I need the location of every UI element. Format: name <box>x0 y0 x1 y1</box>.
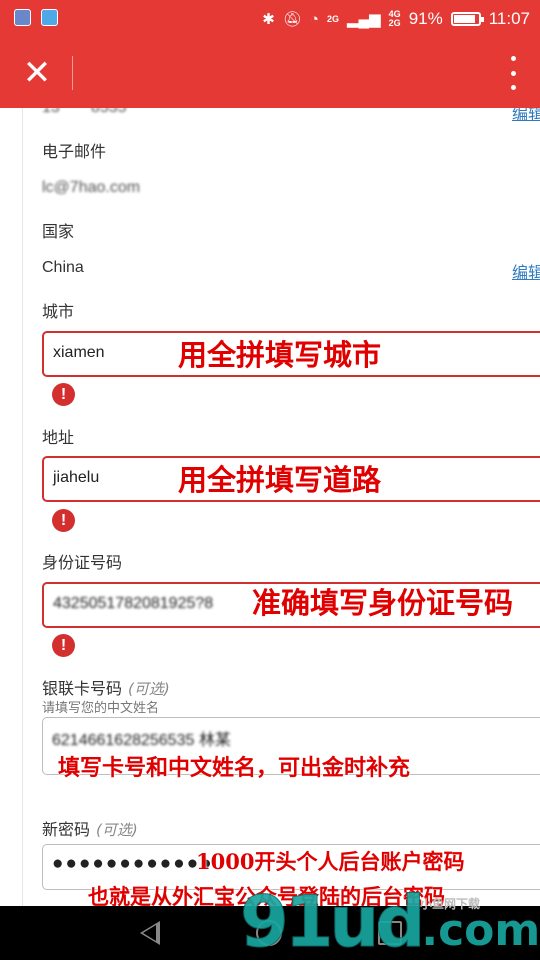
address-annotation: 用全拼填写道路 <box>178 463 382 497</box>
edit-country-link[interactable]: 编辑 <box>512 259 540 283</box>
id-number-annotation: 准确填写身份证号码 <box>252 586 514 620</box>
network-type-label: 4G 2G <box>388 9 401 28</box>
watermark-number: 91ud <box>239 881 425 963</box>
address-label: 地址 <box>42 428 75 447</box>
battery-icon <box>450 12 484 26</box>
back-icon[interactable] <box>140 921 160 945</box>
status-bar: ✱ 🔕︎ ◔ 2G ▂▄▆ 4G 2G 91% 11:07 <box>0 0 540 38</box>
wifi-icon: ◔ <box>309 10 319 28</box>
mute-icon: 🔕︎ <box>282 11 302 28</box>
signal-type-label: 2G <box>326 13 339 24</box>
gallery-notification-icon <box>14 9 31 26</box>
site-watermark: 91ud .com 小鱼网下载 <box>239 881 540 963</box>
more-options-icon[interactable] <box>506 56 520 90</box>
watermark-suffix: .com <box>421 905 540 956</box>
unionpay-label: 银联卡号码 (可选) <box>42 679 170 698</box>
city-label: 城市 <box>42 302 75 321</box>
unionpay-optional-tag: (可选) <box>128 680 170 698</box>
id-number-label: 身份证号码 <box>42 553 123 572</box>
bluetooth-icon: ✱ <box>262 11 275 28</box>
battery-fill <box>453 15 476 23</box>
left-divider <box>22 108 23 906</box>
password-input-value: ●●●●●●●●●●●● <box>52 853 214 874</box>
city-annotation: 用全拼填写城市 <box>178 338 382 372</box>
country-label: 国家 <box>42 222 75 241</box>
address-input-value: jiahelu <box>53 469 100 486</box>
password-optional-tag: (可选) <box>96 821 138 839</box>
phone-value: 13*****8535 <box>42 108 127 117</box>
country-value: China <box>42 259 84 276</box>
profile-form: 13*****8535 编辑 电子邮件 lc@7hao.com 国家 China… <box>0 108 540 906</box>
appbar-divider <box>72 56 73 90</box>
id-number-error-icon: ! <box>52 634 75 657</box>
city-input-value: xiamen <box>53 344 105 361</box>
message-notification-icon <box>41 9 58 26</box>
edit-phone-link[interactable]: 编辑 <box>512 108 540 124</box>
close-icon[interactable]: ✕ <box>18 53 56 93</box>
password-annotation-line1: 1000开头个人后台账户密码 <box>196 849 465 874</box>
signal-icon: ▂▄▆ <box>346 11 381 28</box>
app-bar: ✕ <box>0 38 540 108</box>
email-label: 电子邮件 <box>42 142 107 161</box>
unionpay-hint: 请填写您的中文姓名 <box>42 701 160 716</box>
clock: 11:07 <box>488 9 530 28</box>
battery-percent: 91% <box>408 9 443 28</box>
id-number-input-value: 4325051782081925?8 <box>53 595 214 612</box>
email-value: lc@7hao.com <box>42 179 141 196</box>
watermark-tag: 小鱼网下载 <box>420 897 481 911</box>
unionpay-annotation: 填写卡号和中文姓名，可出金时补充 <box>58 755 411 781</box>
password-label: 新密码 (可选) <box>42 820 138 839</box>
address-error-icon: ! <box>52 509 75 532</box>
unionpay-input-value: 6214661628256535 林某 <box>52 732 231 749</box>
city-error-icon: ! <box>52 383 75 406</box>
